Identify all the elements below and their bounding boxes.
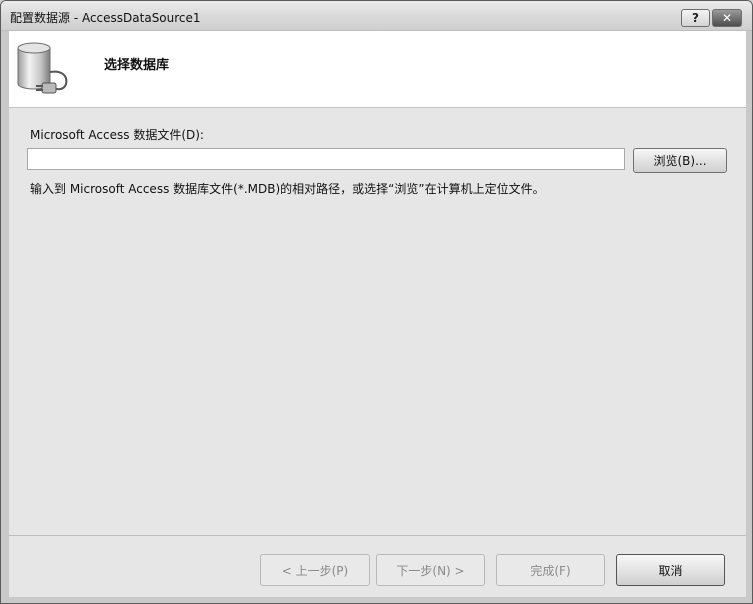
help-button[interactable]: ? [681, 9, 710, 27]
next-button[interactable]: 下一步(N) > [376, 554, 485, 586]
finish-button[interactable]: 完成(F) [496, 554, 605, 586]
access-file-label: Microsoft Access 数据文件(D): [30, 128, 204, 142]
dialog-window: 配置数据源 - AccessDataSource1 ? ✕ 选择数据库 Micr… [0, 0, 753, 604]
page-title: 选择数据库 [104, 58, 170, 73]
close-button[interactable]: ✕ [712, 9, 742, 27]
wizard-footer: < 上一步(P) 下一步(N) > 完成(F) 取消 [9, 535, 746, 597]
browse-button[interactable]: 浏览(B)... [633, 148, 727, 173]
previous-button[interactable]: < 上一步(P) [260, 554, 370, 586]
wizard-content: Microsoft Access 数据文件(D): 浏览(B)... 输入到 M… [9, 108, 746, 535]
title-bar[interactable]: 配置数据源 - AccessDataSource1 ? ✕ [1, 1, 752, 31]
database-plug-icon [17, 42, 68, 94]
hint-text: 输入到 Microsoft Access 数据库文件(*.MDB)的相对路径，或… [30, 182, 545, 196]
window-title: 配置数据源 - AccessDataSource1 [10, 11, 201, 25]
access-file-path-input[interactable] [27, 148, 625, 170]
cancel-button[interactable]: 取消 [616, 554, 725, 586]
wizard-header: 选择数据库 [9, 31, 746, 108]
